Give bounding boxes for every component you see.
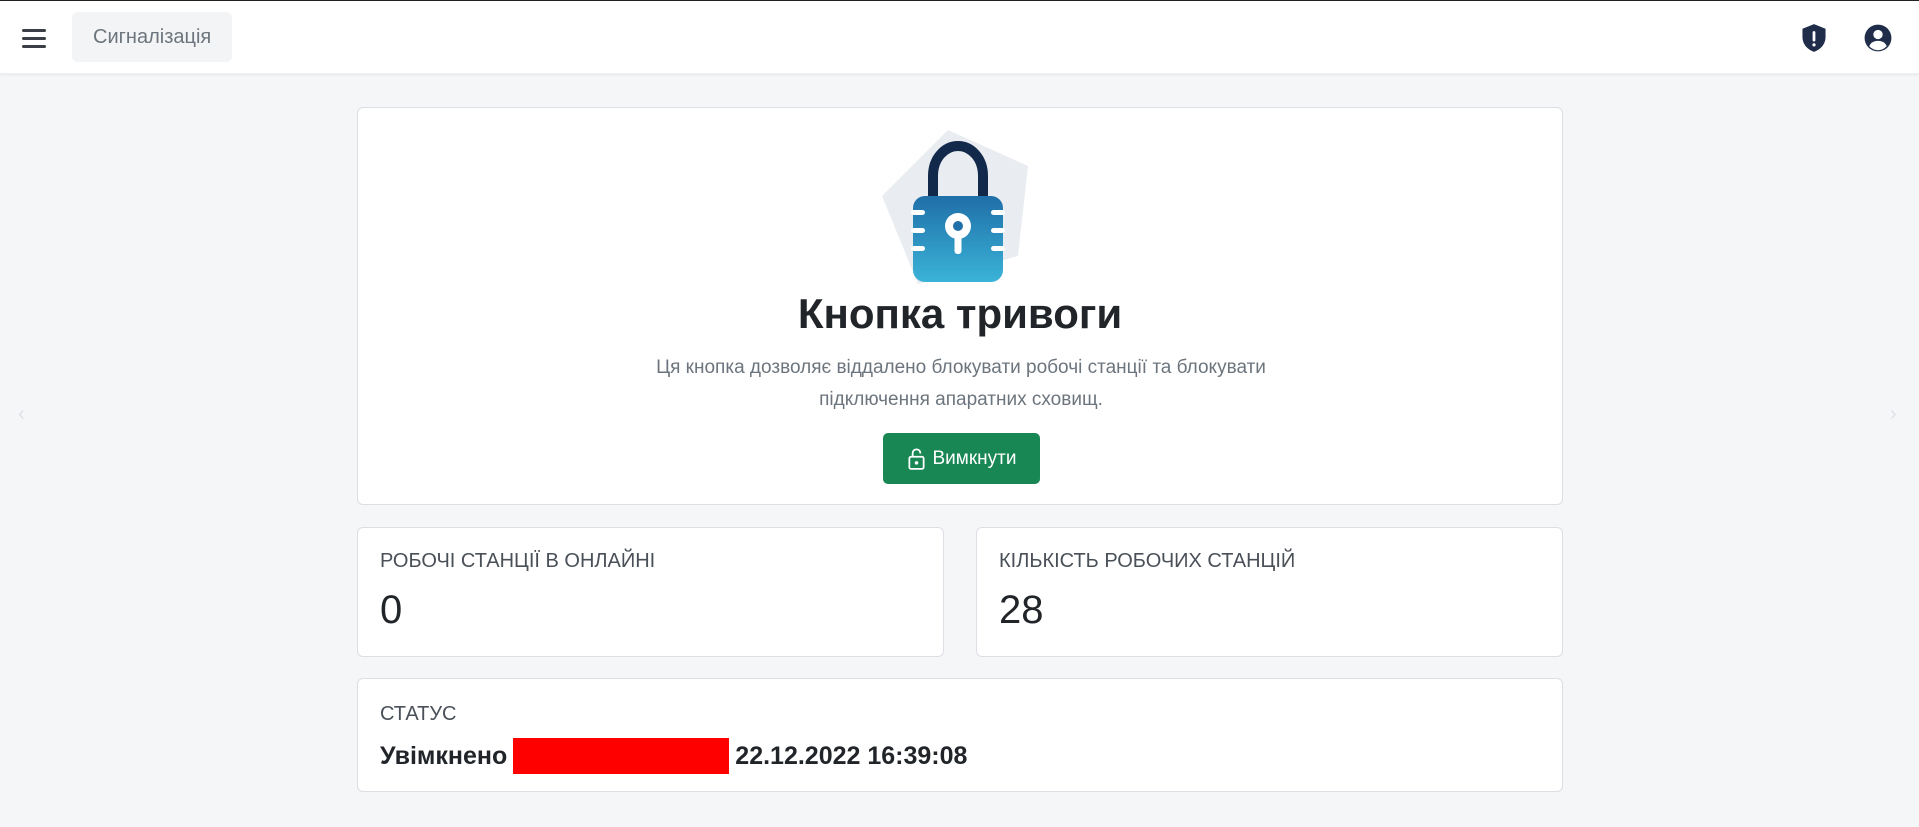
page-title: Сигналізація (72, 12, 233, 62)
status-card: СТАТУС Увімкнено 22.12.2022 16:39:08 (357, 678, 1563, 792)
user-circle-icon[interactable] (1864, 23, 1892, 53)
status-state: Увімкнено (380, 741, 508, 770)
status-label: СТАТУС (380, 703, 457, 725)
carousel-prev-icon[interactable]: ‹ (18, 403, 25, 426)
redacted-block (513, 738, 730, 774)
menu-icon[interactable] (22, 25, 52, 51)
disable-button-label: Вимкнути (932, 447, 1017, 469)
shield-alert-icon[interactable] (1800, 23, 1828, 53)
hero-description: Ця кнопка дозволяє віддалено блокувати р… (656, 357, 1266, 410)
total-workstations-card: КІЛЬКІСТЬ РОБОЧИХ СТАНЦІЙ 28 (976, 527, 1563, 657)
padlock-illustration-icon (882, 130, 1028, 284)
panic-button-card: Кнопка тривоги Ця кнопка дозволяє віддал… (357, 107, 1563, 505)
disable-button[interactable]: Вимкнути (883, 433, 1040, 484)
status-line: Увімкнено 22.12.2022 16:39:08 (380, 737, 967, 775)
total-workstations-label: КІЛЬКІСТЬ РОБОЧИХ СТАНЦІЙ (999, 550, 1296, 572)
page-title-label: Сигналізація (93, 25, 212, 48)
unlock-icon (907, 447, 925, 470)
carousel-next-icon[interactable]: › (1890, 403, 1897, 426)
hero-title: Кнопка тривоги (797, 290, 1123, 337)
online-workstations-label: РОБОЧІ СТАНЦІЇ В ОНЛАЙНІ (380, 550, 656, 572)
total-workstations-value: 28 (999, 588, 1044, 632)
online-workstations-card: РОБОЧІ СТАНЦІЇ В ОНЛАЙНІ 0 (357, 527, 944, 657)
online-workstations-value: 0 (380, 588, 403, 632)
status-timestamp: 22.12.2022 16:39:08 (735, 741, 968, 770)
top-navbar: Сигналізація (0, 1, 1919, 74)
